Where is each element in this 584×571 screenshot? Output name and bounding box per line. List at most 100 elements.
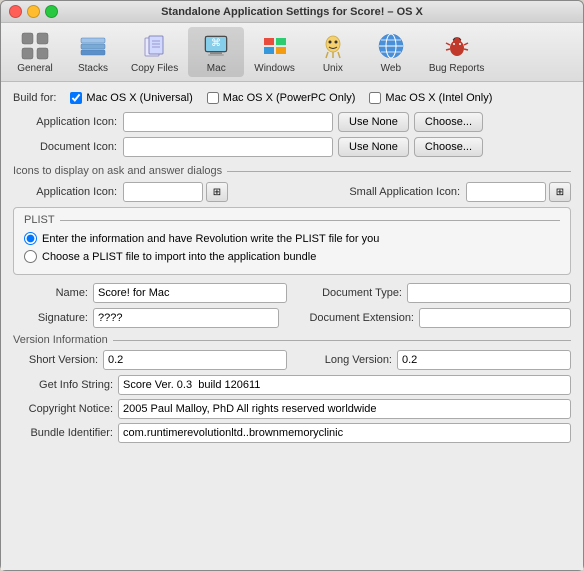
get-info-input[interactable] xyxy=(118,375,571,395)
ask-app-icon-picker[interactable]: ⊞ xyxy=(206,182,228,202)
toolbar-bug-reports[interactable]: Bug Reports xyxy=(421,27,493,77)
toolbar-general[interactable]: General xyxy=(7,27,63,77)
plist-radio1-row: Enter the information and have Revolutio… xyxy=(24,232,560,245)
doc-ext-field: Document Extension: xyxy=(289,308,571,328)
universal-checkbox[interactable] xyxy=(70,92,82,104)
doc-icon-input[interactable] xyxy=(123,137,333,157)
bundle-id-input[interactable] xyxy=(118,423,571,443)
toolbar-windows-label: Windows xyxy=(254,63,295,74)
doc-icon-choose-button[interactable]: Choose... xyxy=(414,137,483,157)
doc-ext-label: Document Extension: xyxy=(289,312,419,324)
copyright-label: Copyright Notice: xyxy=(13,403,118,415)
powerpc-label: Mac OS X (PowerPC Only) xyxy=(223,92,356,104)
toolbar-windows[interactable]: Windows xyxy=(246,27,303,77)
copyright-row: Copyright Notice: xyxy=(13,399,571,419)
app-icon-row: Application Icon: Use None Choose... xyxy=(13,112,571,132)
universal-checkbox-item: Mac OS X (Universal) xyxy=(70,92,192,104)
toolbar-unix[interactable]: Unix xyxy=(305,27,361,77)
bundle-id-label: Bundle Identifier: xyxy=(13,427,118,439)
toolbar-general-label: General xyxy=(17,63,53,74)
toolbar-copy-files-label: Copy Files xyxy=(131,63,178,74)
short-version-field: Short Version: xyxy=(13,350,287,370)
title-bar: Standalone Application Settings for Scor… xyxy=(1,1,583,23)
minimize-button[interactable] xyxy=(27,5,40,18)
ask-small-icon-input[interactable] xyxy=(466,182,546,202)
plist-title: PLIST xyxy=(24,214,55,226)
version-section-label: Version Information xyxy=(13,334,108,346)
plist-radio2-label: Choose a PLIST file to import into the a… xyxy=(42,251,316,263)
plist-header: PLIST xyxy=(24,214,560,226)
toolbar-web-label: Web xyxy=(381,63,401,74)
get-info-row: Get Info String: xyxy=(13,375,571,395)
web-icon xyxy=(375,30,407,62)
build-for-label: Build for: xyxy=(13,92,56,104)
ask-section-header: Icons to display on ask and answer dialo… xyxy=(13,165,571,177)
app-icon-label: Application Icon: xyxy=(13,116,123,128)
signature-input[interactable] xyxy=(93,308,279,328)
copy-files-icon xyxy=(139,30,171,62)
maximize-button[interactable] xyxy=(45,5,58,18)
build-for-row: Build for: Mac OS X (Universal) Mac OS X… xyxy=(13,92,571,104)
windows-icon xyxy=(259,30,291,62)
plist-radio2-row: Choose a PLIST file to import into the a… xyxy=(24,250,560,263)
short-version-input[interactable] xyxy=(103,350,287,370)
toolbar-stacks[interactable]: Stacks xyxy=(65,27,121,77)
doc-icon-label: Document Icon: xyxy=(13,141,123,153)
toolbar-web[interactable]: Web xyxy=(363,27,419,77)
svg-text:⌘: ⌘ xyxy=(211,38,221,49)
doc-type-field: Document Type: xyxy=(297,283,571,303)
doc-icon-use-none-button[interactable]: Use None xyxy=(338,137,409,157)
window-controls xyxy=(9,5,58,18)
long-version-input[interactable] xyxy=(397,350,571,370)
toolbar-mac-label: Mac xyxy=(207,63,226,74)
bug-reports-icon xyxy=(441,30,473,62)
version-section-header: Version Information xyxy=(13,334,571,346)
name-label: Name: xyxy=(13,287,93,299)
long-version-field: Long Version: xyxy=(297,350,571,370)
get-info-label: Get Info String: xyxy=(13,379,118,391)
version-line xyxy=(113,340,571,341)
plist-section: PLIST Enter the information and have Rev… xyxy=(13,207,571,275)
copyright-input[interactable] xyxy=(118,399,571,419)
name-doctype-grid: Name: Document Type: xyxy=(13,283,571,303)
plist-line xyxy=(60,220,560,221)
window-title: Standalone Application Settings for Scor… xyxy=(161,6,423,18)
unix-icon xyxy=(317,30,349,62)
ask-small-icon-picker[interactable]: ⊞ xyxy=(549,182,571,202)
signature-field: Signature: xyxy=(13,308,279,328)
ask-small-icon-label: Small Application Icon: xyxy=(248,186,466,198)
version-grid: Short Version: Long Version: xyxy=(13,350,571,370)
plist-radio1[interactable] xyxy=(24,232,37,245)
toolbar-stacks-label: Stacks xyxy=(78,63,108,74)
intel-checkbox-item: Mac OS X (Intel Only) xyxy=(369,92,492,104)
powerpc-checkbox-item: Mac OS X (PowerPC Only) xyxy=(207,92,356,104)
ask-section-label: Icons to display on ask and answer dialo… xyxy=(13,165,222,177)
app-icon-input[interactable] xyxy=(123,112,333,132)
stacks-icon xyxy=(77,30,109,62)
ask-app-icon-input[interactable] xyxy=(123,182,203,202)
app-icon-choose-button[interactable]: Choose... xyxy=(414,112,483,132)
intel-label: Mac OS X (Intel Only) xyxy=(385,92,492,104)
universal-label: Mac OS X (Universal) xyxy=(86,92,192,104)
plist-radio2[interactable] xyxy=(24,250,37,263)
toolbar: General Stacks xyxy=(1,23,583,82)
mac-icon: ⌘ xyxy=(200,30,232,62)
close-button[interactable] xyxy=(9,5,22,18)
app-icon-use-none-button[interactable]: Use None xyxy=(338,112,409,132)
name-field: Name: xyxy=(13,283,287,303)
sig-docext-grid: Signature: Document Extension: xyxy=(13,308,571,328)
doc-icon-row: Document Icon: Use None Choose... xyxy=(13,137,571,157)
toolbar-bug-reports-label: Bug Reports xyxy=(429,63,485,74)
name-input[interactable] xyxy=(93,283,287,303)
main-content: Build for: Mac OS X (Universal) Mac OS X… xyxy=(1,82,583,570)
doc-type-label: Document Type: xyxy=(297,287,407,299)
toolbar-mac[interactable]: ⌘ Mac xyxy=(188,27,244,77)
intel-checkbox[interactable] xyxy=(369,92,381,104)
toolbar-copy-files[interactable]: Copy Files xyxy=(123,27,186,77)
ask-icons-row: Application Icon: ⊞ Small Application Ic… xyxy=(13,182,571,202)
doc-ext-input[interactable] xyxy=(419,308,571,328)
plist-radio1-label: Enter the information and have Revolutio… xyxy=(42,233,379,245)
toolbar-unix-label: Unix xyxy=(323,63,343,74)
powerpc-checkbox[interactable] xyxy=(207,92,219,104)
doc-type-input[interactable] xyxy=(407,283,571,303)
